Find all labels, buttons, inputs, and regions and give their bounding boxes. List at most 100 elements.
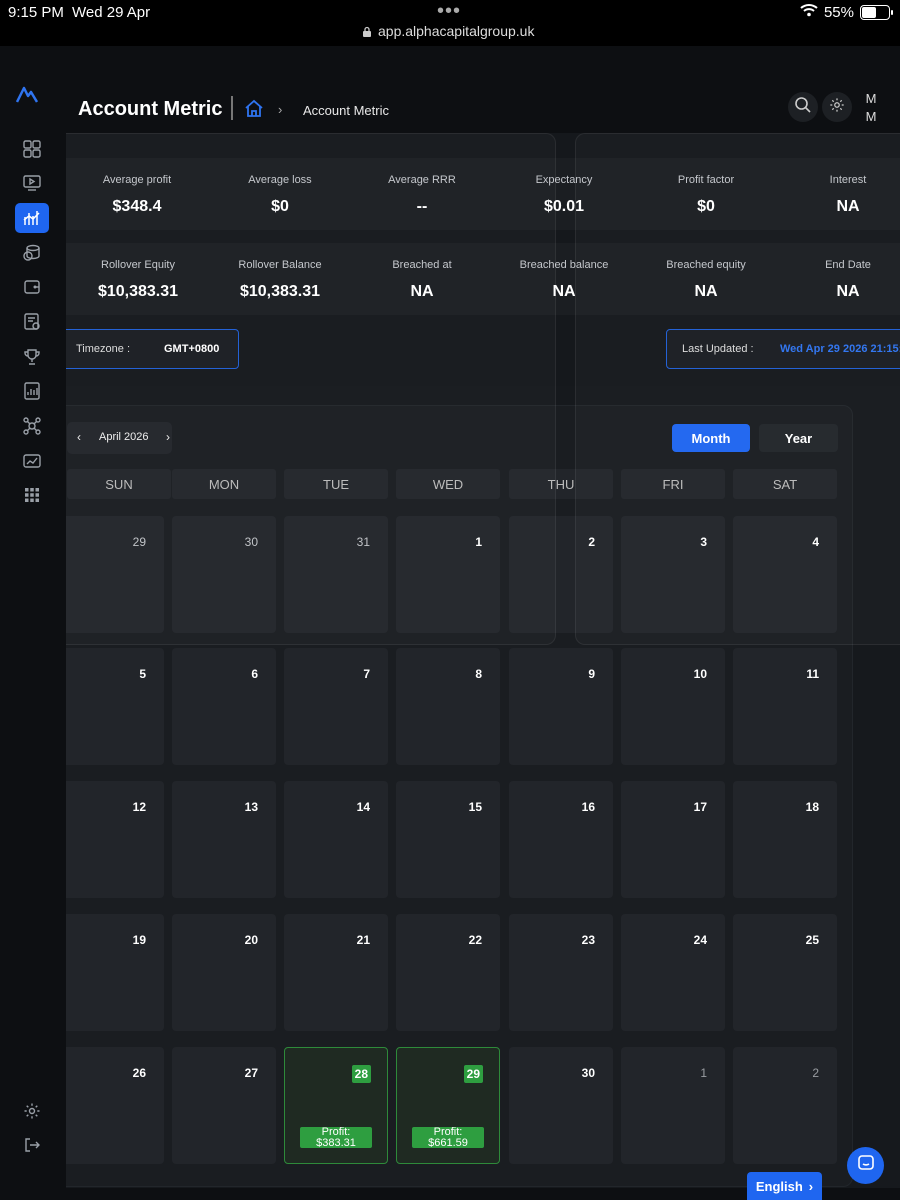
- calendar-day[interactable]: 4: [733, 516, 837, 633]
- day-number: 16: [581, 800, 595, 814]
- calendar-day[interactable]: 15: [396, 781, 500, 898]
- apps-grid-icon[interactable]: [15, 480, 49, 510]
- metric-end-date: End Date NA: [777, 259, 900, 301]
- calendar-day-next-month[interactable]: 1: [621, 1047, 725, 1164]
- calendar-day[interactable]: 23: [509, 914, 613, 1031]
- metric-value: $0: [271, 198, 289, 215]
- network-icon[interactable]: [15, 411, 49, 441]
- certificate-icon[interactable]: [15, 307, 49, 337]
- metric-label: Average loss: [248, 174, 312, 186]
- calendar-day[interactable]: 9: [509, 648, 613, 765]
- status-date: Wed 29 Apr: [72, 4, 151, 21]
- calendar-day[interactable]: 16: [509, 781, 613, 898]
- calendar-day[interactable]: 1: [396, 516, 500, 633]
- battery-fill: [862, 6, 877, 18]
- metric-label: Rollover Balance: [238, 259, 322, 271]
- calendar-day-profit[interactable]: 28 Profit: $383.31: [284, 1047, 388, 1164]
- metric-value: $10,383.31: [239, 283, 321, 300]
- metric-label: Breached at: [392, 259, 452, 271]
- calendar-day[interactable]: 3: [621, 516, 725, 633]
- wallet-icon[interactable]: [15, 272, 49, 302]
- calendar-day-next-month[interactable]: 2: [733, 1047, 837, 1164]
- day-number: 12: [132, 800, 146, 814]
- reports-icon[interactable]: [15, 376, 49, 406]
- search-button[interactable]: [788, 92, 818, 122]
- metric-label: Expectancy: [535, 174, 593, 186]
- profit-value: $661.59: [428, 1137, 468, 1149]
- metric-rollover-balance: Rollover Balance $10,383.31: [209, 259, 351, 301]
- home-icon[interactable]: [244, 99, 264, 123]
- next-month-button[interactable]: ›: [166, 430, 170, 444]
- lock-icon: [362, 26, 372, 37]
- dashboard-icon[interactable]: [15, 134, 49, 164]
- prev-month-button[interactable]: ‹: [77, 430, 81, 444]
- metric-average-rrr: Average RRR --: [351, 174, 493, 216]
- calendar-day[interactable]: 20: [172, 914, 276, 1031]
- calendar-day[interactable]: 30: [509, 1047, 613, 1164]
- calendar-day[interactable]: 14: [284, 781, 388, 898]
- metric-value: $10,383.31: [97, 283, 179, 300]
- day-number: 7: [363, 667, 370, 681]
- language-button[interactable]: English ›: [747, 1172, 822, 1200]
- calendar-day[interactable]: 10: [621, 648, 725, 765]
- settings-button[interactable]: [822, 92, 852, 122]
- timezone-box: Timezone : GMT+0800: [66, 329, 239, 369]
- calendar-day[interactable]: 22: [396, 914, 500, 1031]
- day-number: 2: [812, 1066, 819, 1080]
- metric-interest: Interest NA: [777, 174, 900, 216]
- metric-rollover-equity: Rollover Equity $10,383.31: [67, 259, 209, 301]
- address-bar[interactable]: app.alphacapitalgroup.uk: [362, 23, 534, 39]
- day-number: 13: [244, 800, 258, 814]
- last-updated-box: Last Updated : Wed Apr 29 2026 21:15:0: [666, 329, 900, 369]
- alpha-logo-icon[interactable]: [15, 84, 39, 104]
- metric-label: Interest: [829, 174, 867, 186]
- calendar-day[interactable]: 24: [621, 914, 725, 1031]
- calendar-day[interactable]: 31: [284, 516, 388, 633]
- metric-breached-at: Breached at NA: [351, 259, 493, 301]
- metric-label: Average RRR: [388, 174, 456, 186]
- day-number: 2: [588, 535, 595, 549]
- calendar-day[interactable]: 6: [172, 648, 276, 765]
- calendar-day[interactable]: 29: [66, 516, 164, 633]
- browser-status-bar: 9:15 PM Wed 29 Apr ••• app.alphacapitalg…: [0, 0, 900, 46]
- year-view-button[interactable]: Year: [759, 424, 838, 452]
- calendar-day[interactable]: 7: [284, 648, 388, 765]
- metric-label: Profit factor: [677, 174, 735, 186]
- video-monitor-icon[interactable]: [15, 168, 49, 198]
- coins-icon[interactable]: [15, 238, 49, 268]
- trophy-icon[interactable]: [15, 342, 49, 372]
- last-updated-label: Last Updated :: [682, 343, 754, 355]
- calendar-day[interactable]: 21: [284, 914, 388, 1031]
- metric-value: NA: [694, 283, 718, 300]
- calendar-day[interactable]: 30: [172, 516, 276, 633]
- calendar-day[interactable]: 12: [66, 781, 164, 898]
- last-updated-value: Wed Apr 29 2026 21:15:0: [780, 343, 900, 355]
- calendar-day[interactable]: 13: [172, 781, 276, 898]
- calendar-day[interactable]: 5: [66, 648, 164, 765]
- calendar-day[interactable]: 11: [733, 648, 837, 765]
- calendar-day[interactable]: 27: [172, 1047, 276, 1164]
- settings-gear-icon[interactable]: [15, 1096, 49, 1126]
- day-header-sat: SAT: [733, 469, 837, 499]
- account-metrics-icon[interactable]: [15, 203, 49, 233]
- calendar-day[interactable]: 19: [66, 914, 164, 1031]
- calendar-day[interactable]: 18: [733, 781, 837, 898]
- calendar-day[interactable]: 2: [509, 516, 613, 633]
- calendar-day[interactable]: 26: [66, 1047, 164, 1164]
- avatar-initial-2: M: [865, 109, 877, 124]
- analytics-icon[interactable]: [15, 446, 49, 476]
- status-time: 9:15 PM: [8, 4, 64, 21]
- month-view-button[interactable]: Month: [672, 424, 750, 452]
- metric-expectancy: Expectancy $0.01: [493, 174, 635, 216]
- multitask-dots-icon[interactable]: •••: [437, 0, 461, 23]
- calendar-day[interactable]: 8: [396, 648, 500, 765]
- calendar-day[interactable]: 17: [621, 781, 725, 898]
- logout-icon[interactable]: [15, 1130, 49, 1160]
- calendar-day-profit[interactable]: 29 Profit: $661.59: [396, 1047, 500, 1164]
- day-number: 26: [132, 1066, 146, 1080]
- day-number: 19: [132, 933, 146, 947]
- chat-support-button[interactable]: [847, 1147, 884, 1184]
- avatar[interactable]: M M: [864, 90, 878, 126]
- calendar-day[interactable]: 25: [733, 914, 837, 1031]
- day-number: 11: [806, 667, 819, 681]
